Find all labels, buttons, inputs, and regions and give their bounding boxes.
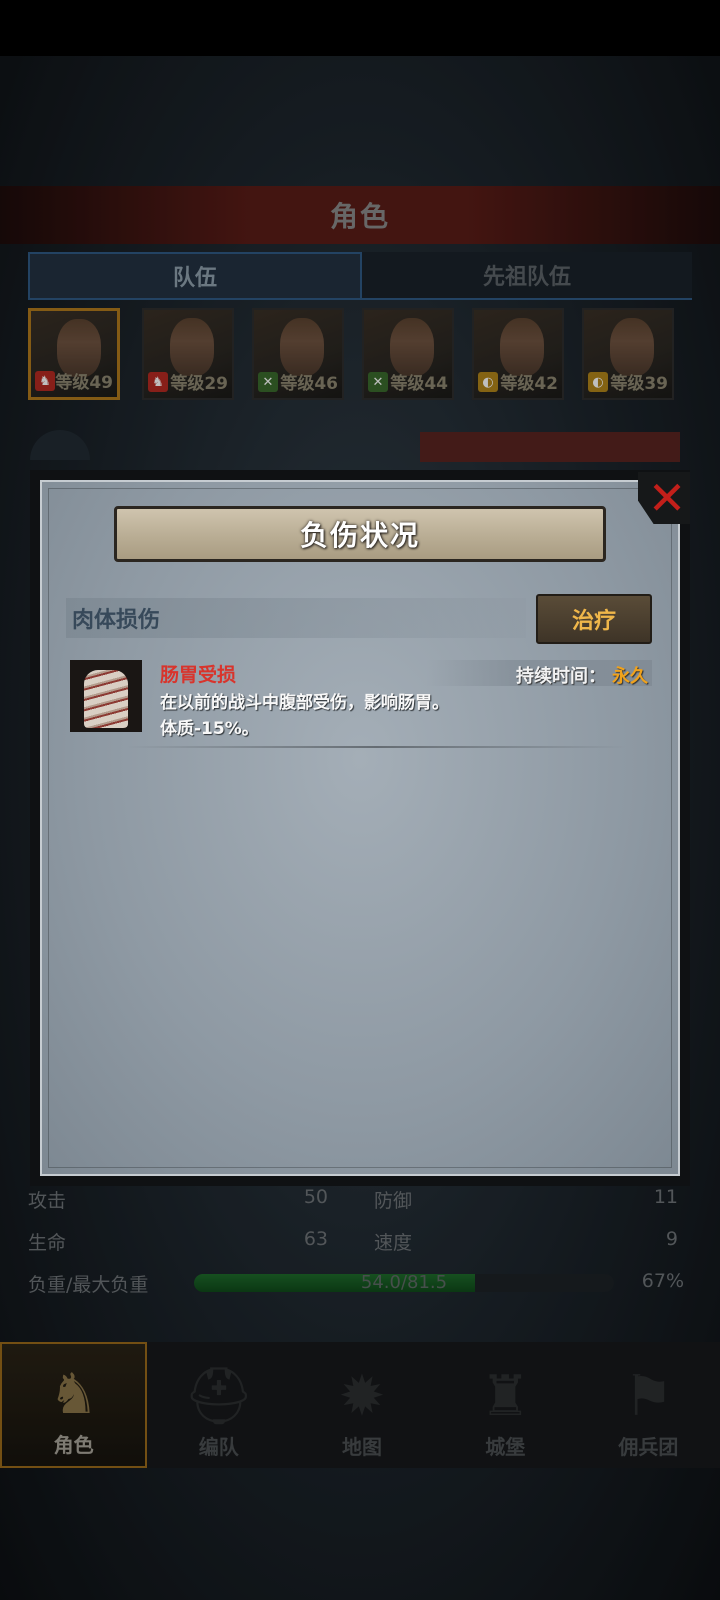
duration-label: 持续时间： <box>516 666 606 687</box>
dialog-panel <box>40 480 680 1176</box>
heal-button[interactable]: 治疗 <box>536 594 652 644</box>
duration-value: 永久 <box>612 666 648 687</box>
section-title: 肉体损伤 <box>72 608 161 633</box>
bandaged-torso-icon <box>70 660 142 732</box>
divider <box>126 746 626 748</box>
injury-description-line: 在以前的战斗中腹部受伤，影响肠胃。 <box>160 693 449 713</box>
close-icon: ✕ <box>647 471 687 525</box>
injury-description: 在以前的战斗中腹部受伤，影响肠胃。 体质-15%。 <box>160 690 449 742</box>
dialog-title-plate: 负伤状况 <box>114 506 606 562</box>
torso-shape <box>84 670 128 728</box>
injury-name: 肠胃受损 <box>160 664 237 686</box>
status-bar <box>0 0 720 56</box>
injury-dialog <box>30 470 690 1186</box>
injury-description-line: 体质-15%。 <box>160 719 259 739</box>
section-header: 肉体损伤 <box>66 598 526 638</box>
heal-button-label: 治疗 <box>571 609 616 634</box>
injury-duration: 持续时间： 永久 <box>516 662 648 688</box>
dialog-title: 负伤状况 <box>299 519 420 552</box>
